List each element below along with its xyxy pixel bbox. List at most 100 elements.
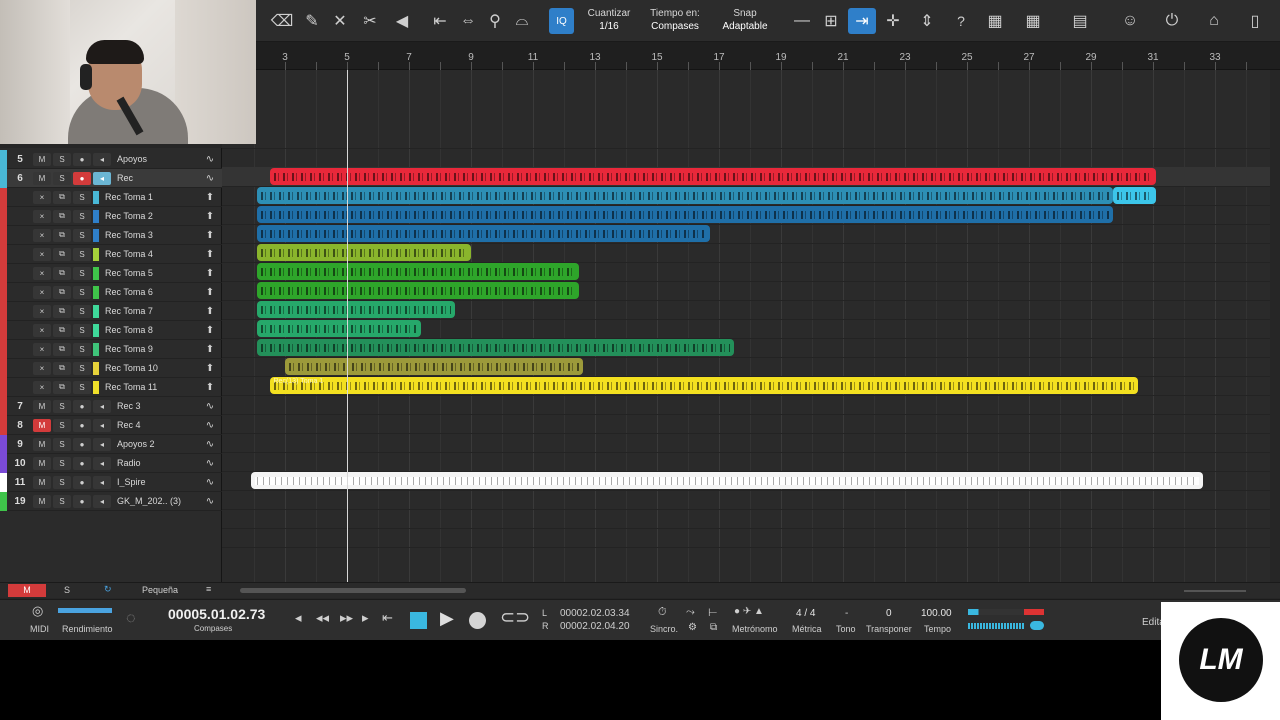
copy-take-icon[interactable]: ⧉: [53, 361, 71, 375]
toggle-icon[interactable]: [1030, 621, 1044, 630]
global-mute-button[interactable]: M: [8, 584, 46, 597]
timebase-control[interactable]: Tiempo en: Compases: [642, 7, 708, 33]
track-name[interactable]: Rec Toma 11: [101, 382, 198, 392]
record-arm-icon[interactable]: ●: [73, 418, 91, 432]
playhead[interactable]: [347, 70, 348, 582]
solo-button[interactable]: S: [73, 247, 91, 261]
take-lane[interactable]: × ⧉ S Rec Toma 1 ⬆: [0, 187, 222, 207]
track-name[interactable]: Rec 3: [113, 401, 198, 411]
solo-button[interactable]: S: [73, 342, 91, 356]
waveform-icon[interactable]: ∿: [198, 420, 222, 431]
audio-clip[interactable]: [257, 339, 735, 356]
track-name[interactable]: Rec Toma 9: [101, 344, 198, 354]
mute-button[interactable]: M: [33, 437, 51, 451]
delete-take-button[interactable]: ×: [33, 342, 51, 356]
track-header[interactable]: 9 M S ● ◂ Apoyos 2 ∿: [0, 434, 222, 454]
audio-clip[interactable]: [269, 168, 1138, 185]
take-lane[interactable]: × ⧉ S Rec Toma 11 ⬆: [0, 377, 222, 397]
track-name[interactable]: Rec Toma 2: [101, 211, 198, 221]
solo-button[interactable]: S: [73, 380, 91, 394]
mute-button[interactable]: M: [33, 152, 51, 166]
delete-take-button[interactable]: ×: [33, 190, 51, 204]
monitor-icon[interactable]: ◂: [93, 494, 111, 508]
solo-button[interactable]: S: [53, 152, 71, 166]
track-header[interactable]: 6 M S ● ◂ Rec ∿: [0, 168, 222, 188]
delete-take-button[interactable]: ×: [33, 304, 51, 318]
promote-take-icon[interactable]: ⬆: [198, 306, 222, 317]
record-button[interactable]: [469, 612, 486, 629]
waveform-icon[interactable]: ∿: [198, 477, 222, 488]
delete-take-button[interactable]: ×: [33, 228, 51, 242]
take-lane[interactable]: × ⧉ S Rec Toma 6 ⬆: [0, 282, 222, 302]
listen-tool-icon[interactable]: ◀: [392, 8, 412, 34]
track-header[interactable]: 7 M S ● ◂ Rec 3 ∿: [0, 396, 222, 416]
promote-take-icon[interactable]: ⬆: [198, 249, 222, 260]
solo-button[interactable]: S: [53, 456, 71, 470]
solo-button[interactable]: S: [73, 285, 91, 299]
take-lane[interactable]: × ⧉ S Rec Toma 7 ⬆: [0, 301, 222, 321]
mixer-icon[interactable]: ⧉: [710, 622, 717, 633]
meter-value[interactable]: 4 / 4: [796, 608, 815, 619]
solo-button[interactable]: S: [73, 190, 91, 204]
split-tool-icon[interactable]: ✂: [360, 8, 380, 34]
track-name[interactable]: Rec Toma 6: [101, 287, 198, 297]
copy-take-icon[interactable]: ⧉: [53, 323, 71, 337]
delete-take-button[interactable]: ×: [33, 247, 51, 261]
solo-button[interactable]: S: [73, 228, 91, 242]
copy-take-icon[interactable]: ⧉: [53, 380, 71, 394]
record-arm-icon[interactable]: ●: [73, 399, 91, 413]
play-button[interactable]: ▶: [440, 608, 454, 629]
promote-take-icon[interactable]: ⬆: [198, 363, 222, 374]
track-name[interactable]: Rec Toma 5: [101, 268, 198, 278]
mute-button[interactable]: M: [33, 418, 51, 432]
mute-button[interactable]: M: [33, 494, 51, 508]
delete-take-button[interactable]: ×: [33, 361, 51, 375]
copy-take-icon[interactable]: ⧉: [53, 266, 71, 280]
delete-take-button[interactable]: ×: [33, 285, 51, 299]
track-name[interactable]: Rec: [113, 173, 198, 183]
punch-icon[interactable]: ⤳: [686, 606, 695, 619]
copy-take-icon[interactable]: ⧉: [53, 228, 71, 242]
take-lane[interactable]: × ⧉ S Rec Toma 5 ⬆: [0, 263, 222, 283]
key-value[interactable]: -: [845, 608, 848, 619]
copy-take-icon[interactable]: ⧉: [53, 247, 71, 261]
solo-button[interactable]: S: [73, 304, 91, 318]
track-name[interactable]: Rec Toma 1: [101, 192, 198, 202]
iq-button[interactable]: IQ: [549, 8, 574, 34]
precount-icon[interactable]: ⊢: [708, 606, 718, 619]
audio-clip[interactable]: Rec(13) Toma 1: [269, 377, 1138, 394]
copy-take-icon[interactable]: ⧉: [53, 285, 71, 299]
track-name[interactable]: Apoyos 2: [113, 439, 198, 449]
track-header[interactable]: 11 M S ● ◂ I_Spire ∿: [0, 472, 222, 492]
zoom-slider[interactable]: [1184, 590, 1246, 592]
mute-button[interactable]: M: [33, 171, 51, 185]
solo-button[interactable]: S: [53, 171, 71, 185]
track-header[interactable]: 8 M S ● ◂ Rec 4 ∿: [0, 415, 222, 435]
right-locator-time[interactable]: 00002.02.04.20: [560, 621, 630, 632]
quantize-control[interactable]: Cuantizar 1/16: [582, 7, 636, 33]
return-zero-icon[interactable]: ⇤: [382, 610, 393, 626]
help-button[interactable]: ?: [950, 8, 972, 34]
audio-clip[interactable]: [1112, 187, 1157, 204]
record-arm-icon[interactable]: ●: [73, 152, 91, 166]
timeline-ruler[interactable]: 3 5 7 9 11 13 15 17 19 21 23 25 27 29 31 33: [222, 42, 1280, 70]
pencil-tool-icon[interactable]: ✎: [302, 8, 322, 34]
record-arm-icon[interactable]: ●: [73, 456, 91, 470]
waveform-icon[interactable]: ∿: [198, 401, 222, 412]
sync-icon[interactable]: ⏱: [658, 606, 667, 619]
waveform-icon[interactable]: ∿: [198, 439, 222, 450]
audio-clip[interactable]: [257, 244, 471, 261]
record-arm-icon[interactable]: ●: [73, 171, 91, 185]
align-icon[interactable]: ⇕: [916, 8, 938, 34]
track-name[interactable]: Apoyos: [113, 154, 198, 164]
fast-forward-icon[interactable]: ▸▸: [340, 610, 353, 626]
skip-back-icon[interactable]: ⇤: [430, 8, 450, 34]
power-icon[interactable]: ⏻: [1160, 8, 1184, 34]
track-header[interactable]: 5 M S ● ◂ Apoyos ∿: [0, 149, 222, 169]
monitor-icon[interactable]: ◂: [93, 171, 111, 185]
delete-take-button[interactable]: ×: [33, 380, 51, 394]
promote-take-icon[interactable]: ⬆: [198, 192, 222, 203]
solo-button[interactable]: S: [53, 418, 71, 432]
arrange-view[interactable]: Rec(13) Toma 1: [222, 70, 1270, 582]
mute-button[interactable]: M: [33, 456, 51, 470]
